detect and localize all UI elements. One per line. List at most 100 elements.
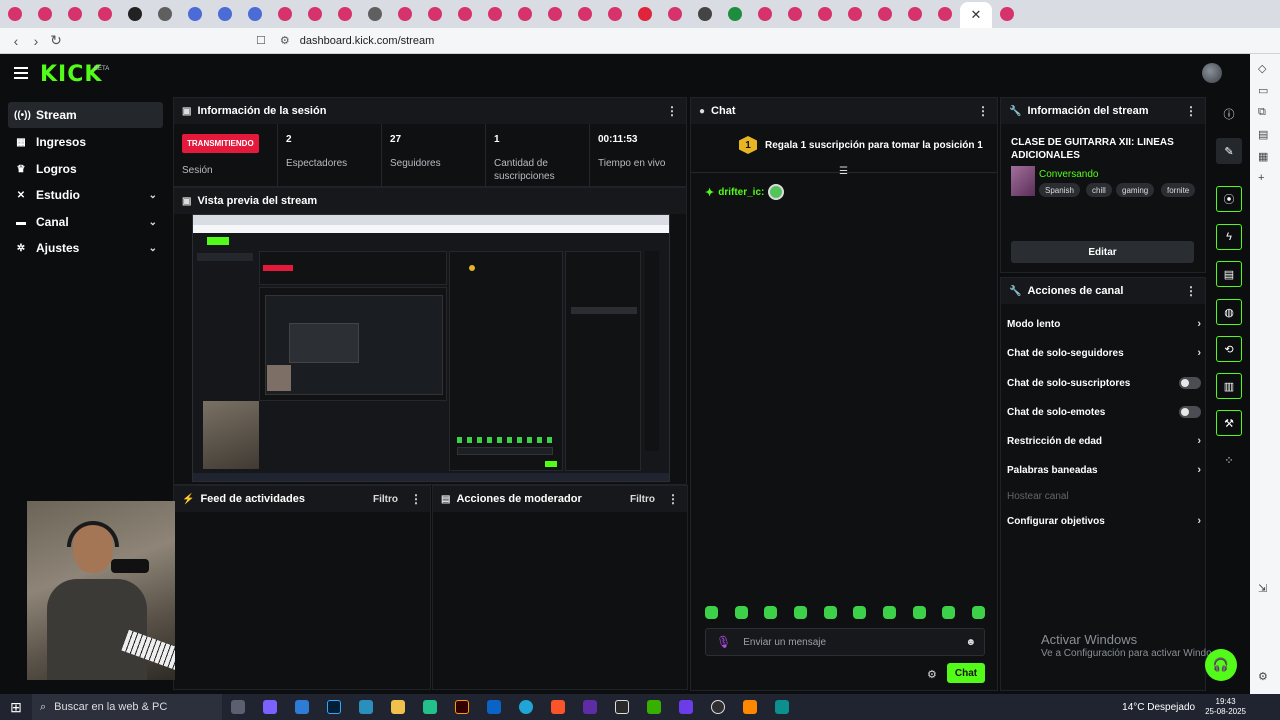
subscribers-only-toggle[interactable] — [1179, 377, 1201, 389]
bolt-icon[interactable]: ϟ — [1216, 224, 1242, 250]
filter-button[interactable]: Filtro — [630, 494, 655, 505]
browser-tab[interactable] — [720, 0, 750, 28]
sidebar-item-ingresos[interactable]: ▦ Ingresos — [8, 129, 163, 155]
brave-icon[interactable] — [542, 694, 574, 720]
plus-icon[interactable]: + — [1258, 172, 1264, 184]
vlc-icon[interactable] — [734, 694, 766, 720]
action-slow-mode[interactable]: Modo lento › — [1007, 315, 1201, 333]
support-icon[interactable]: 🎧 — [1205, 649, 1237, 681]
app-icon[interactable] — [414, 694, 446, 720]
browser-tab[interactable] — [930, 0, 960, 28]
chat-input[interactable]: 🎙 Enviar un mensaje ☻ — [705, 628, 985, 656]
broadcast-icon[interactable]: ⟲ — [1216, 336, 1242, 362]
browser-tab[interactable] — [330, 0, 360, 28]
sidebar-item-stream[interactable]: ((•)) Stream — [8, 102, 163, 128]
app-icon[interactable] — [286, 694, 318, 720]
browser-tab[interactable] — [570, 0, 600, 28]
emote-icon[interactable] — [764, 606, 778, 619]
browser-tab[interactable] — [870, 0, 900, 28]
emote-icon[interactable] — [734, 606, 748, 619]
reload-icon[interactable]: ↻ — [46, 32, 66, 49]
emotes-only-toggle[interactable] — [1179, 406, 1201, 418]
copy-icon[interactable]: ⧉ — [1258, 106, 1266, 119]
microphone-icon[interactable]: 🎙 — [716, 635, 731, 649]
browser-tab[interactable] — [810, 0, 840, 28]
browser-tab[interactable] — [840, 0, 870, 28]
browser-tab[interactable] — [420, 0, 450, 28]
browser-tab[interactable] — [60, 0, 90, 28]
emote-icon[interactable] — [793, 606, 807, 619]
bookmark-icon[interactable]: ☐ — [256, 34, 266, 47]
chat-bubble-icon[interactable]: ◍ — [1216, 299, 1242, 325]
forward-icon[interactable]: › — [26, 33, 46, 49]
browser-tab[interactable] — [900, 0, 930, 28]
emote-icon[interactable] — [705, 606, 718, 619]
emote-icon[interactable] — [971, 606, 985, 619]
wrench-icon[interactable]: ⚒ — [1216, 410, 1242, 436]
stream-preview-video[interactable] — [192, 214, 670, 482]
browser-tab[interactable] — [390, 0, 420, 28]
browser-tab[interactable] — [90, 0, 120, 28]
browser-tab[interactable] — [270, 0, 300, 28]
sidebar-item-canal[interactable]: ▬ Canal ⌄ — [8, 209, 163, 235]
browser-tab[interactable] — [992, 0, 1022, 28]
app-icon[interactable] — [766, 694, 798, 720]
more-icon[interactable]: ⋮ — [666, 104, 678, 118]
browser-tab[interactable] — [240, 0, 270, 28]
gear-icon[interactable]: ⚙ — [927, 668, 937, 681]
browser-tab[interactable] — [120, 0, 150, 28]
action-set-goals[interactable]: Configurar objetivos › — [1007, 512, 1201, 530]
browser-tab[interactable] — [450, 0, 480, 28]
emote-icon[interactable] — [853, 606, 867, 619]
sidebar-item-logros[interactable]: ♛ Logros — [8, 156, 163, 182]
app-icon[interactable] — [574, 694, 606, 720]
menu-icon[interactable] — [14, 67, 28, 79]
filter-icon[interactable]: ☰ — [839, 166, 848, 177]
outlook-icon[interactable] — [478, 694, 510, 720]
app-icon[interactable] — [670, 694, 702, 720]
active-tab-close-icon[interactable]: ✕ — [960, 2, 992, 28]
browser-tab[interactable] — [0, 0, 30, 28]
more-icon[interactable]: ⋮ — [667, 492, 679, 506]
browser-tab[interactable] — [180, 0, 210, 28]
action-banned-words[interactable]: Palabras baneadas › — [1007, 461, 1201, 479]
file-explorer-icon[interactable] — [382, 694, 414, 720]
more-icon[interactable]: ⋮ — [1185, 104, 1197, 118]
emote-icon[interactable] — [912, 606, 926, 619]
browser-tab[interactable] — [210, 0, 240, 28]
action-followers-only[interactable]: Chat de solo-seguidores › — [1007, 344, 1201, 362]
illustrator-icon[interactable] — [446, 694, 478, 720]
browser-tab[interactable] — [660, 0, 690, 28]
document-icon[interactable]: ▤ — [1216, 261, 1242, 287]
edge-icon[interactable] — [510, 694, 542, 720]
browser-tab[interactable] — [690, 0, 720, 28]
browser-tab[interactable] — [480, 0, 510, 28]
windows-start-icon[interactable]: ⊞ — [0, 699, 32, 716]
emote-icon[interactable] — [823, 606, 837, 619]
browser-tab[interactable] — [150, 0, 180, 28]
browser-tab[interactable] — [540, 0, 570, 28]
edit-button[interactable]: Editar — [1011, 241, 1194, 263]
filter-button[interactable]: Filtro — [373, 494, 398, 505]
book-icon[interactable]: ▦ — [1258, 150, 1268, 163]
chat-username[interactable]: drifter_ic: — [718, 187, 764, 198]
pin-icon[interactable]: ◇ — [1258, 62, 1266, 75]
back-icon[interactable]: ‹ — [6, 33, 26, 49]
browser-tab[interactable] — [630, 0, 660, 28]
weather-status[interactable]: 14°C Despejado — [1122, 702, 1195, 713]
taskbar-clock[interactable]: 19:43 25-08-2025 — [1205, 697, 1246, 717]
avatar[interactable] — [1202, 63, 1222, 83]
emote-icon[interactable] — [882, 606, 896, 619]
camera-icon[interactable]: ⦿ — [1216, 186, 1242, 212]
smile-icon[interactable]: ☻ — [965, 637, 976, 648]
photoshop-icon[interactable] — [318, 694, 350, 720]
browser-tab[interactable] — [600, 0, 630, 28]
browser-tab[interactable] — [750, 0, 780, 28]
action-age-restriction[interactable]: Restricción de edad › — [1007, 432, 1201, 450]
info-icon[interactable]: ⓘ — [1216, 101, 1242, 127]
copilot-icon[interactable] — [254, 694, 286, 720]
expand-icon[interactable]: ⇲ — [1258, 582, 1267, 595]
app-icon[interactable] — [350, 694, 382, 720]
stream-category[interactable]: Conversando — [1039, 169, 1098, 180]
more-icon[interactable]: ⋮ — [1185, 284, 1197, 298]
